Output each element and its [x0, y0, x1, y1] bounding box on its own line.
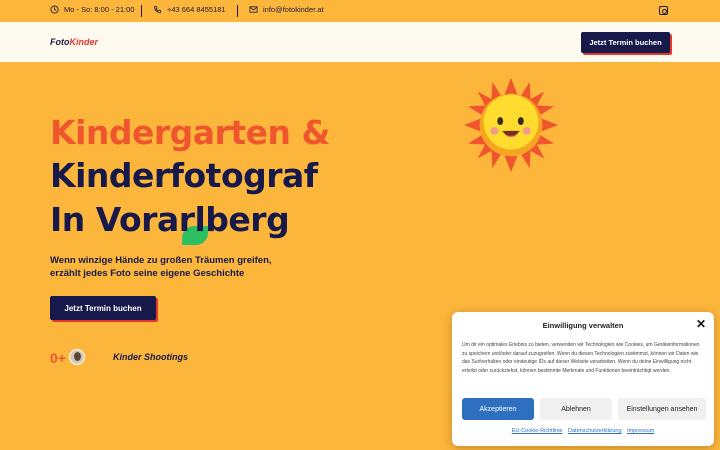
close-icon[interactable]: ✕ — [696, 318, 706, 330]
logo-kinder: Kinder — [69, 37, 99, 47]
consent-title: Einwilligung verwalten — [542, 321, 624, 330]
logo-foto: Foto — [50, 37, 70, 47]
hero-title-line-3: In Vorarlberg — [50, 200, 290, 239]
top-info-bar: Mo - So: 8:00 - 21:00 +43 664 8455181 in… — [0, 0, 720, 22]
logo[interactable]: FotoKinder — [50, 37, 98, 47]
smiling-sun-icon — [463, 77, 559, 173]
hours-text: Mo - So: 8:00 - 21:00 — [64, 5, 135, 14]
navbar: FotoKinder Jetzt Termin buchen — [0, 22, 720, 62]
privacy-policy-link[interactable]: Datenschutzerklärung — [568, 428, 622, 434]
phone-text: +43 664 8455181 — [167, 5, 226, 14]
imprint-link[interactable]: Impressum — [627, 428, 654, 434]
opening-hours: Mo - So: 8:00 - 21:00 — [50, 5, 134, 14]
divider — [237, 5, 238, 17]
cookie-policy-link[interactable]: EU-Cookie-Richtlinie — [512, 428, 563, 434]
email-text: info@fotokinder.at — [263, 5, 324, 14]
accept-button[interactable]: Akzeptieren — [462, 398, 534, 420]
email-contact[interactable]: info@fotokinder.at — [249, 5, 324, 14]
instagram-icon[interactable] — [659, 6, 668, 15]
clock-icon — [50, 5, 59, 14]
phone-icon — [153, 5, 162, 14]
hero-title-line-1: Kindergarten & — [50, 113, 330, 152]
consent-links: EU-Cookie-Richtlinie Datenschutzerklärun… — [452, 428, 714, 434]
shooting-counter-label: Kinder Shootings — [113, 352, 188, 362]
shooting-counter: 0+ — [50, 350, 66, 366]
book-appointment-button[interactable]: Jetzt Termin buchen — [581, 32, 670, 53]
phone-contact[interactable]: +43 664 8455181 — [153, 5, 226, 14]
cookie-consent-dialog: Einwilligung verwalten ✕ Um dir ein opti… — [452, 312, 714, 446]
hero-title-line-2: Kinderfotograf — [50, 156, 318, 195]
avatar — [69, 349, 85, 365]
divider — [141, 5, 142, 17]
hero-book-button[interactable]: Jetzt Termin buchen — [50, 296, 156, 320]
mail-icon — [249, 6, 258, 13]
hero-subtitle: Wenn winzige Hände zu großen Träumen gre… — [50, 255, 272, 279]
view-preferences-button[interactable]: Einstellungen ansehen — [618, 398, 706, 420]
consent-text: Um dir ein optimales Erlebnis zu bieten,… — [462, 342, 700, 374]
deny-button[interactable]: Ablehnen — [540, 398, 612, 420]
